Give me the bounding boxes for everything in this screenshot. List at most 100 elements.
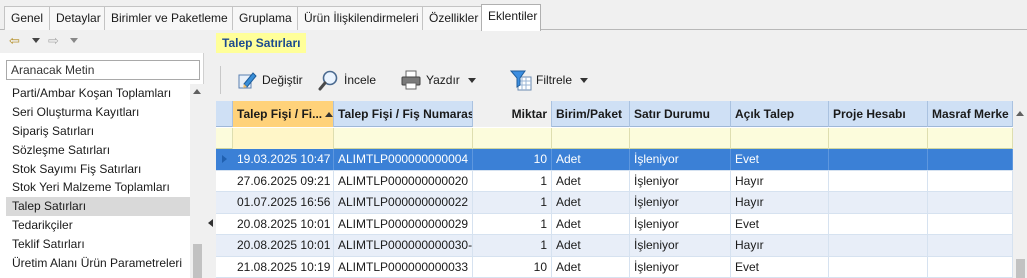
table-row[interactable]: 19.03.2025 10:47 ALIMTLP000000000004 10 … <box>216 149 1027 171</box>
cell-unit: Adet <box>552 235 630 256</box>
forward-arrow-icon[interactable]: ⇨ <box>48 33 59 49</box>
tab-eklentiler[interactable]: Eklentiler <box>481 4 541 31</box>
sidebar-item-stok-sayimi[interactable]: Stok Sayımı Fiş Satırları <box>6 160 190 179</box>
cell-project <box>829 235 928 256</box>
filter-cell[interactable] <box>829 128 928 149</box>
tab-birimler-ve-paketleme[interactable]: Birimler ve Paketleme <box>104 6 233 30</box>
section-title: Talep Satırları <box>216 33 307 53</box>
filter-row[interactable] <box>216 128 1027 149</box>
cell-date: 20.08.2025 10:01 <box>233 213 334 235</box>
sidebar-item-stok-yeri[interactable]: Stok Yeri Malzeme Toplamları <box>6 178 190 197</box>
cell-date: 19.03.2025 10:47 <box>233 149 334 170</box>
filter-cell[interactable] <box>928 128 1013 149</box>
table-row[interactable]: 20.08.2025 10:01 ALIMTLP000000000030-...… <box>216 235 1027 257</box>
pane-splitter[interactable] <box>205 31 216 278</box>
sidebar-item-uretim-alani[interactable]: Üretim Alanı Ürün Parametreleri <box>6 254 190 273</box>
main-panel: Talep Satırları Değiştir İncele Yazdır F… <box>216 31 1027 278</box>
print-button[interactable]: Yazdır <box>400 68 476 92</box>
grid-header: Talep Fişi / Fi... Talep Fişi / Fiş Numa… <box>216 101 1027 127</box>
header-birim-paket[interactable]: Birim/Paket <box>552 101 630 127</box>
cell-status: İşleniyor <box>630 149 731 170</box>
scrollbar-thumb[interactable] <box>1016 259 1025 278</box>
cell-number: ALIMTLP000000000004 <box>334 149 473 170</box>
collapse-left-icon[interactable] <box>208 219 213 227</box>
sidebar-item-seri-olusturma[interactable]: Seri Oluşturma Kayıtları <box>6 103 190 122</box>
cell-qty: 1 <box>473 235 552 256</box>
cell-open: Hayır <box>731 192 829 213</box>
scroll-up-icon[interactable] <box>193 89 201 94</box>
header-fis-numarasi[interactable]: Talep Fişi / Fiş Numarası <box>334 101 473 127</box>
sidebar-item-parti-ambar[interactable]: Parti/Ambar Koşan Toplamları <box>6 84 190 103</box>
cell-unit: Adet <box>552 256 630 278</box>
sidebar-item-siparis-satirlari[interactable]: Sipariş Satırları <box>6 122 190 141</box>
header-miktar[interactable]: Miktar <box>473 101 552 127</box>
tab-bar: Genel Detaylar Birimler ve Paketleme Gru… <box>0 0 1027 31</box>
table-row[interactable]: 20.08.2025 10:01 ALIMTLP000000000029 1 A… <box>216 213 1027 235</box>
cell-open: Hayır <box>731 235 829 256</box>
sidebar-item-teklif-satirlari[interactable]: Teklif Satırları <box>6 235 190 254</box>
row-indicator <box>216 235 233 256</box>
filter-cell[interactable] <box>552 128 630 149</box>
change-button[interactable]: Değiştir <box>236 68 303 92</box>
cell-project <box>829 170 928 192</box>
scrollbar-thumb[interactable] <box>193 244 202 278</box>
filter-cell[interactable] <box>334 128 473 149</box>
cell-cost-center <box>928 170 1013 192</box>
cell-number: ALIMTLP000000000033 <box>334 256 473 278</box>
filter-button[interactable]: Filtrele <box>509 68 589 92</box>
table-row[interactable]: 01.07.2025 16:56 ALIMTLP000000000022 1 A… <box>216 192 1027 214</box>
back-dropdown-icon[interactable] <box>32 38 40 43</box>
cell-cost-center <box>928 213 1013 235</box>
cell-status: İşleniyor <box>630 170 731 192</box>
header-proje-hesabi[interactable]: Proje Hesabı <box>829 101 928 127</box>
cell-status: İşleniyor <box>630 192 731 213</box>
cell-status: İşleniyor <box>630 235 731 256</box>
search-input[interactable]: Aranacak Metin <box>6 60 200 80</box>
cell-qty: 1 <box>473 192 552 213</box>
scroll-up-icon[interactable] <box>1016 111 1024 116</box>
filter-cell[interactable] <box>630 128 731 149</box>
sidebar-item-tedarikciler[interactable]: Tedarikçiler <box>6 216 190 235</box>
inspect-button[interactable]: İncele <box>318 68 376 92</box>
filter-cell[interactable] <box>233 128 334 149</box>
filter-cell[interactable] <box>731 128 829 149</box>
filter-cell <box>216 128 233 149</box>
row-indicator <box>216 171 233 192</box>
cell-unit: Adet <box>552 213 630 235</box>
tab-detaylar[interactable]: Detaylar <box>49 6 105 30</box>
cell-cost-center <box>928 149 1013 170</box>
cell-date: 01.07.2025 16:56 <box>233 192 334 213</box>
header-talep-fisi-tarih[interactable]: Talep Fişi / Fi... <box>233 101 334 127</box>
cell-unit: Adet <box>552 192 630 213</box>
row-indicator <box>216 214 233 235</box>
cell-number: ALIMTLP000000000022 <box>334 192 473 213</box>
navigation-bar: ⇦ ⇨ <box>0 31 204 53</box>
table-row[interactable]: 27.06.2025 09:21 ALIMTLP000000000020 1 A… <box>216 170 1027 192</box>
cell-qty: 1 <box>473 170 552 192</box>
tab-genel[interactable]: Genel <box>4 6 50 30</box>
sidebar-item-talep-satirlari[interactable]: Talep Satırları <box>6 197 190 217</box>
grid-scrollbar[interactable] <box>1013 101 1027 278</box>
header-acik-talep[interactable]: Açık Talep <box>731 101 829 127</box>
cell-status: İşleniyor <box>630 213 731 235</box>
back-arrow-icon[interactable]: ⇦ <box>9 33 20 49</box>
sidebar-scrollbar[interactable] <box>190 84 204 278</box>
sidebar-item-sozlesme-satirlari[interactable]: Sözleşme Satırları <box>6 141 190 160</box>
filter-dropdown-icon[interactable] <box>580 77 589 83</box>
print-dropdown-icon[interactable] <box>467 77 476 83</box>
tab-gruplama[interactable]: Gruplama <box>232 6 298 30</box>
cell-open: Evet <box>731 213 829 235</box>
table-row[interactable]: 21.08.2025 10:19 ALIMTLP000000000033 10 … <box>216 256 1027 278</box>
cell-open: Evet <box>731 256 829 278</box>
header-satir-durumu[interactable]: Satır Durumu <box>630 101 731 127</box>
header-masraf-merkezi[interactable]: Masraf Merke <box>928 101 1013 127</box>
cell-number: ALIMTLP000000000020 <box>334 170 473 192</box>
tab-urun-iliskilendirmeleri[interactable]: Ürün İlişkilendirmeleri <box>297 6 423 30</box>
data-grid: Talep Fişi / Fi... Talep Fişi / Fiş Numa… <box>216 101 1027 278</box>
cell-open: Hayır <box>731 170 829 192</box>
forward-dropdown-icon[interactable] <box>70 38 78 43</box>
tab-ozellikler[interactable]: Özellikler <box>422 6 482 30</box>
cell-project <box>829 192 928 213</box>
window: Genel Detaylar Birimler ve Paketleme Gru… <box>0 0 1027 278</box>
filter-cell[interactable] <box>473 128 552 149</box>
